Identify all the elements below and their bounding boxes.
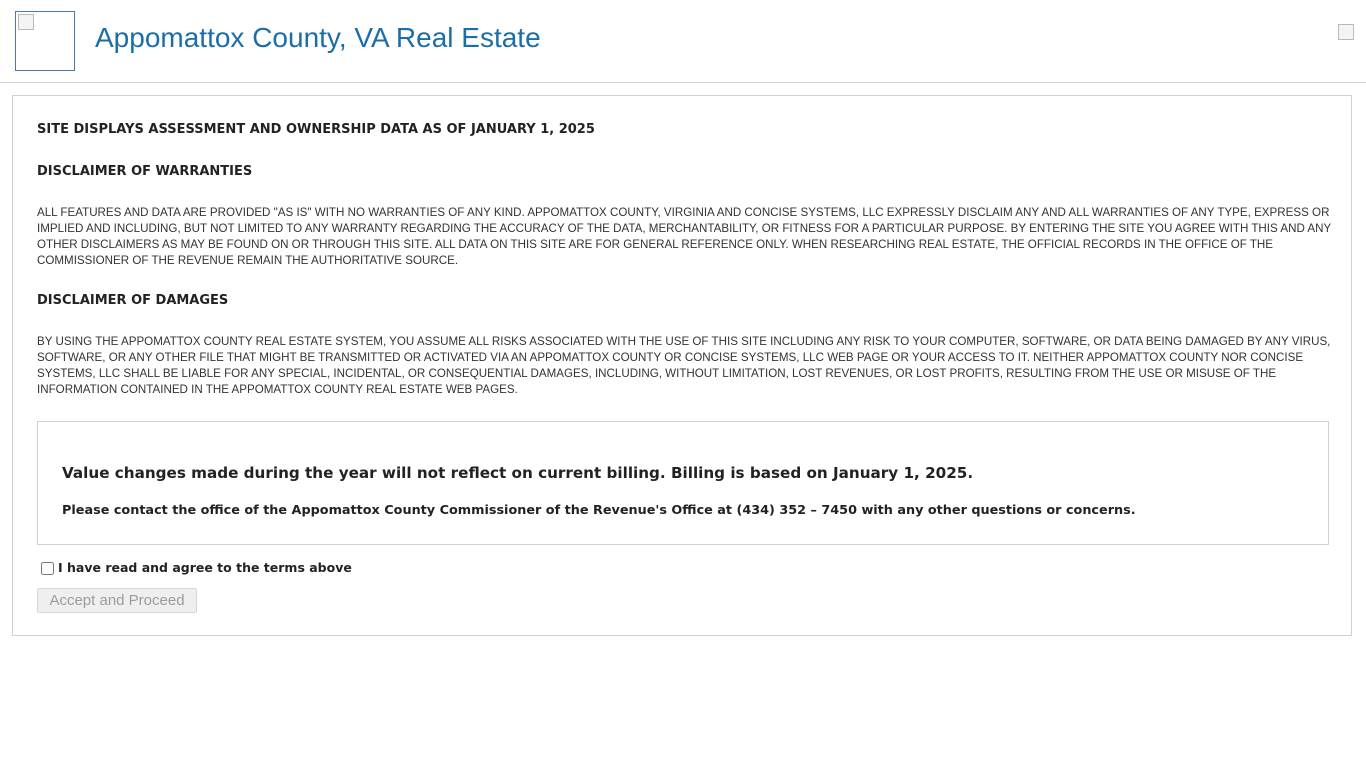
accept-and-proceed-button[interactable]: Accept and Proceed xyxy=(37,588,197,613)
site-header: Appomattox County, VA Real Estate xyxy=(0,0,1366,83)
site-title: Appomattox County, VA Real Estate xyxy=(95,22,541,53)
assessment-date-heading: SITE DISPLAYS ASSESSMENT AND OWNERSHIP D… xyxy=(37,122,595,137)
billing-notice-box: Value changes made during the year will … xyxy=(37,421,1329,545)
billing-notice: Value changes made during the year will … xyxy=(62,464,974,482)
agreement-row: I have read and agree to the terms above xyxy=(41,559,352,577)
damages-heading: DISCLAIMER OF DAMAGES xyxy=(37,293,229,308)
damages-text: BY USING THE APPOMATTOX COUNTY REAL ESTA… xyxy=(37,335,1331,396)
warranties-text: ALL FEATURES AND DATA ARE PROVIDED "AS I… xyxy=(37,206,1332,267)
broken-image-icon xyxy=(18,14,34,30)
agree-checkbox[interactable] xyxy=(41,561,54,575)
contact-notice: Please contact the office of the Appomat… xyxy=(62,503,1136,518)
broken-image-icon xyxy=(1338,24,1354,40)
disclaimer-panel: SITE DISPLAYS ASSESSMENT AND OWNERSHIP D… xyxy=(12,95,1352,636)
agree-checkbox-label[interactable]: I have read and agree to the terms above xyxy=(58,559,352,577)
warranties-heading: DISCLAIMER OF WARRANTIES xyxy=(37,164,253,179)
county-logo xyxy=(15,11,75,71)
